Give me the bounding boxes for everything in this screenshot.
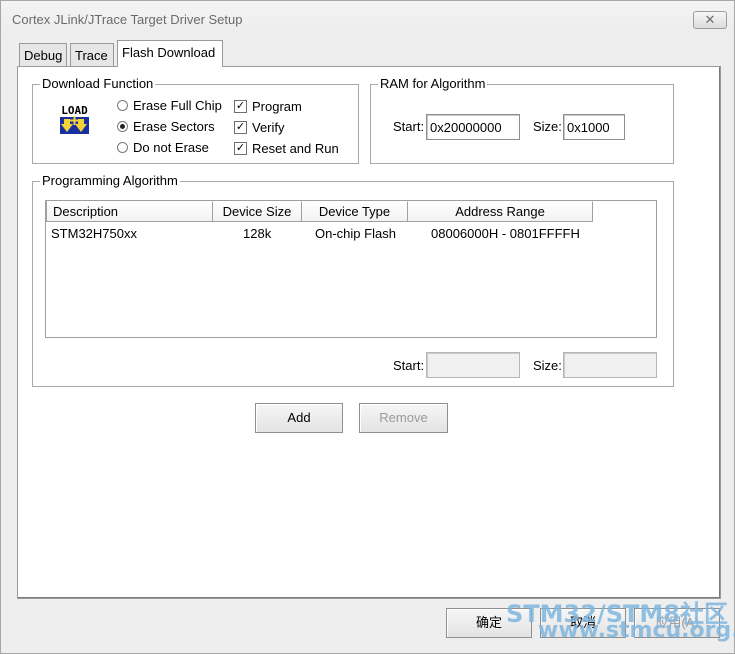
close-button[interactable]: ✕: [693, 11, 727, 29]
group-title: Download Function: [40, 76, 156, 91]
watermark-line2: www.stmcu.org.cn: [538, 618, 735, 643]
ram-start-input[interactable]: [426, 114, 520, 140]
watermark: STM32/STM8社区 www.stmcu.org.cn: [506, 594, 735, 650]
checkbox-label: Program: [252, 99, 302, 114]
group-title: RAM for Algorithm: [378, 76, 488, 91]
column-description[interactable]: Description: [46, 201, 213, 222]
checkbox-label: Verify: [252, 120, 285, 135]
column-device-type[interactable]: Device Type: [301, 201, 408, 222]
radio-label: Erase Sectors: [133, 119, 215, 134]
tab-label: Flash Download: [122, 45, 216, 60]
column-address-range[interactable]: Address Range: [407, 201, 593, 222]
algorithm-list[interactable]: Description Device Size Device Type Addr…: [45, 200, 657, 338]
radio-do-not-erase[interactable]: [117, 142, 128, 153]
cell-address-range: 08006000H - 0801FFFFH: [431, 226, 580, 241]
checkbox-label: Reset and Run: [252, 141, 339, 156]
check-icon: ✓: [235, 121, 246, 133]
column-device-size[interactable]: Device Size: [212, 201, 302, 222]
tab-label: Trace: [75, 48, 108, 63]
close-icon: ✕: [704, 12, 716, 27]
ram-size-label: Size:: [533, 119, 562, 134]
group-title: Programming Algorithm: [40, 173, 180, 188]
window-title: Cortex JLink/JTrace Target Driver Setup: [12, 12, 243, 27]
check-icon: ✓: [235, 100, 246, 112]
tab-flash-download[interactable]: Flash Download: [117, 40, 223, 67]
dialog-window: Cortex JLink/JTrace Target Driver Setup …: [0, 0, 735, 654]
tab-debug[interactable]: Debug: [19, 43, 67, 66]
algo-start-label: Start:: [393, 358, 425, 373]
checkbox-verify[interactable]: ✓: [234, 121, 247, 134]
list-header: Description Device Size Device Type Addr…: [46, 201, 656, 222]
algo-size-label: Size:: [533, 358, 562, 373]
algo-start-input[interactable]: [426, 352, 520, 378]
cell-description: STM32H750xx: [51, 226, 137, 241]
tab-trace[interactable]: Trace: [70, 43, 114, 66]
radio-erase-sectors[interactable]: [117, 121, 128, 132]
ram-size-input[interactable]: [563, 114, 625, 140]
radio-erase-full-chip[interactable]: [117, 100, 128, 111]
cell-device-type: On-chip Flash: [315, 226, 396, 241]
title-bar[interactable]: Cortex JLink/JTrace Target Driver Setup …: [1, 1, 734, 37]
check-icon: ✓: [235, 142, 246, 154]
add-button[interactable]: Add: [255, 403, 343, 433]
algo-size-input[interactable]: [563, 352, 657, 378]
checkbox-program[interactable]: ✓: [234, 100, 247, 113]
tab-label: Debug: [24, 48, 63, 63]
cell-device-size: 128k: [243, 226, 272, 241]
radio-label: Do not Erase: [133, 140, 209, 155]
load-icon-text: LOAD: [61, 104, 88, 117]
ram-start-label: Start:: [393, 119, 425, 134]
load-icon: LOAD: [58, 103, 91, 136]
radio-label: Erase Full Chip: [133, 98, 222, 113]
checkbox-reset-and-run[interactable]: ✓: [234, 142, 247, 155]
remove-button[interactable]: Remove: [359, 403, 448, 433]
